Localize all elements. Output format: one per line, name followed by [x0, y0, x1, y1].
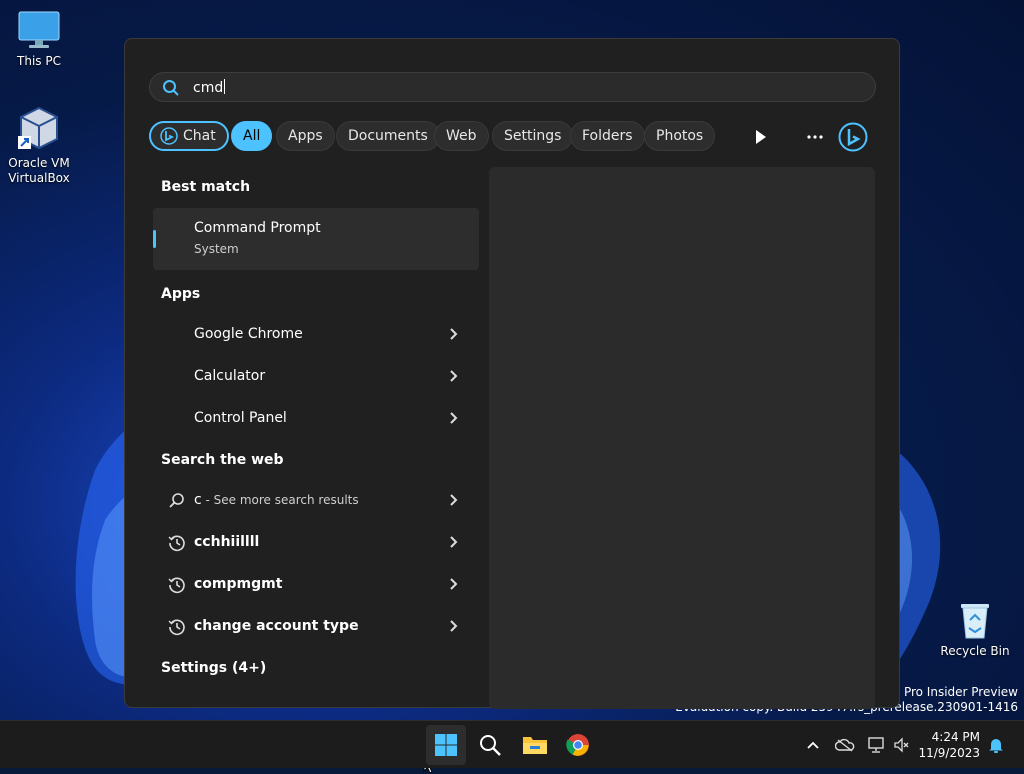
ellipsis-icon [807, 134, 823, 139]
web-result-item[interactable]: change account type [153, 606, 479, 648]
network-icon[interactable] [867, 737, 885, 753]
result-title: Google Chrome [194, 326, 303, 342]
onedrive-offline-icon[interactable] [835, 738, 855, 752]
desktop-icon-this-pc[interactable]: This PC [4, 10, 74, 69]
web-result-item[interactable]: c - See more search results [153, 480, 479, 522]
chevron-right-icon[interactable] [449, 493, 459, 507]
virtualbox-icon [18, 106, 58, 150]
search-web-header: Search the web [161, 452, 284, 468]
search-query: cmd [193, 79, 226, 96]
chrome-button[interactable] [558, 725, 598, 765]
filter-settings[interactable]: Settings [492, 121, 574, 151]
clock-date: 11/9/2023 [918, 746, 980, 760]
selection-indicator [153, 230, 156, 248]
result-title: compmgmt [194, 576, 283, 592]
text-caret [224, 79, 226, 94]
search-panel: cmd Chat All Apps Documents Web Settings… [124, 38, 900, 709]
desktop-icon-recycle-bin[interactable]: Recycle Bin [940, 598, 1010, 659]
filter-all[interactable]: All [231, 121, 273, 151]
chevron-right-icon[interactable] [449, 327, 459, 341]
system-tray [800, 721, 1024, 769]
result-title: c - See more search results [194, 492, 359, 508]
settings-header[interactable]: Settings (4+) [161, 660, 266, 676]
play-arrow-icon [756, 129, 766, 144]
taskbar: 4:24 PM 11/9/2023 [0, 720, 1024, 768]
desktop-icon-label: Oracle VM VirtualBox [8, 156, 70, 185]
history-icon [168, 619, 185, 636]
calculator-icon [167, 367, 187, 387]
history-icon [168, 577, 185, 594]
result-title: Command Prompt [194, 220, 321, 236]
chevron-right-icon[interactable] [449, 369, 459, 383]
best-match-header: Best match [161, 179, 251, 195]
options-button[interactable] [800, 121, 830, 151]
chevron-right-icon[interactable] [449, 411, 459, 425]
search-icon [169, 493, 184, 508]
filter-apps[interactable]: Apps [276, 121, 335, 151]
search-icon [480, 735, 501, 756]
filter-documents[interactable]: Documents [336, 121, 440, 151]
desktop-icon-virtualbox[interactable]: Oracle VM VirtualBox [4, 106, 74, 186]
volume-muted-icon[interactable] [893, 737, 909, 753]
best-match-item[interactable]: Command Prompt System [153, 208, 479, 270]
app-result-item[interactable]: Google Chrome [153, 314, 479, 356]
search-input[interactable]: cmd [149, 72, 876, 102]
result-title: change account type [194, 618, 359, 634]
apps-header: Apps [161, 286, 201, 302]
filter-folders[interactable]: Folders [570, 121, 645, 151]
windows-logo-icon [435, 734, 457, 756]
result-title: cchhiillll [194, 534, 260, 550]
bing-chat-icon [160, 127, 178, 145]
result-title: Calculator [194, 368, 266, 384]
chevron-up-icon[interactable] [806, 740, 820, 750]
recycle-bin-icon [961, 604, 989, 639]
control-panel-icon [167, 409, 187, 429]
clock[interactable]: 4:24 PM 11/9/2023 [918, 729, 980, 761]
clock-time: 4:24 PM [931, 730, 980, 744]
bing-button[interactable] [838, 121, 868, 151]
filter-web[interactable]: Web [434, 121, 489, 151]
desktop-icon-label: Recycle Bin [940, 644, 1010, 658]
filter-chat[interactable]: Chat [149, 121, 229, 151]
more-filters-button[interactable] [746, 121, 776, 151]
taskbar-search-button[interactable] [470, 725, 510, 765]
chevron-right-icon[interactable] [449, 577, 459, 591]
chevron-right-icon[interactable] [449, 535, 459, 549]
chrome-icon [566, 734, 589, 756]
chrome-icon [167, 325, 187, 345]
app-result-item[interactable]: Control Panel [153, 398, 479, 440]
history-icon [168, 535, 185, 552]
file-explorer-button[interactable] [514, 725, 554, 765]
folder-icon [523, 737, 547, 754]
result-subtitle: System [194, 242, 239, 256]
filter-photos[interactable]: Photos [644, 121, 716, 151]
web-result-item[interactable]: compmgmt [153, 564, 479, 606]
bing-icon [838, 122, 868, 151]
preview-pane [489, 167, 875, 709]
app-result-item[interactable]: Calculator [153, 356, 479, 398]
web-result-item[interactable]: cchhiillll [153, 522, 479, 564]
search-icon [163, 80, 179, 96]
command-prompt-icon [167, 219, 187, 239]
desktop-icon-label: This PC [17, 54, 61, 68]
result-title: Control Panel [194, 410, 287, 426]
notification-bell-icon[interactable] [988, 736, 1004, 754]
chevron-right-icon[interactable] [449, 619, 459, 633]
monitor-icon [18, 11, 60, 48]
start-button[interactable] [426, 725, 466, 765]
